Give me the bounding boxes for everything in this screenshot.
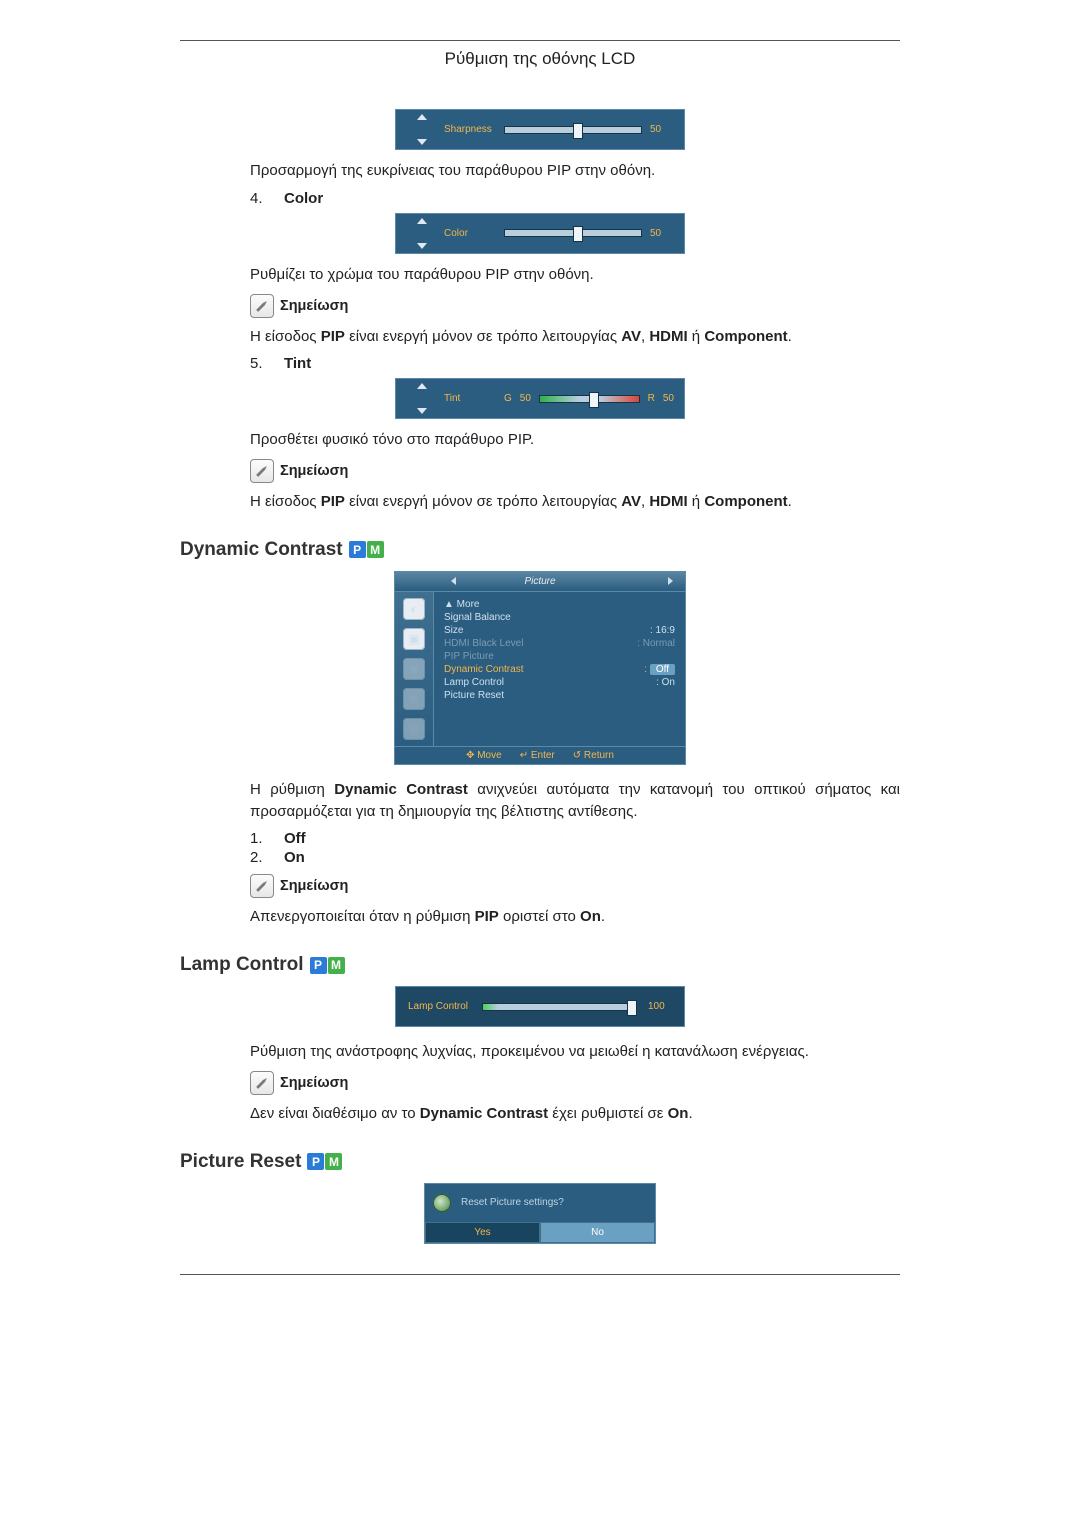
osd-menu-iconbar: ◐ ▣ ◉ ✲ ▥	[395, 592, 434, 746]
reset-dialog-text: Reset Picture settings?	[461, 1197, 564, 1208]
osd-thumb	[589, 392, 599, 408]
reset-no-button: No	[540, 1222, 655, 1243]
osd-tint: Tint G 50 R 50	[395, 378, 685, 419]
dyn-opt2-num: 2.	[250, 849, 268, 866]
sharpness-desc: Προσαρμογή της ευκρίνειας του παράθυρου …	[180, 160, 900, 182]
osd-color-track	[504, 229, 642, 237]
color-num: 4.	[250, 190, 268, 207]
dynamic-contrast-heading: Dynamic Contrast P M	[180, 539, 900, 561]
osd-lamp-label: Lamp Control	[408, 1001, 470, 1012]
osd-lamp-track	[482, 1003, 636, 1011]
p-icon: P	[307, 1153, 324, 1170]
menu-more: ▲ More	[444, 598, 675, 611]
lamp-control-heading: Lamp Control P M	[180, 954, 900, 976]
menu-setup-icon: ✲	[403, 688, 425, 710]
osd-color-label: Color	[444, 228, 496, 239]
m-icon: M	[367, 541, 384, 558]
note-icon	[250, 1071, 274, 1095]
osd-tint-r: R	[648, 393, 655, 404]
osd-tint-g: G	[504, 393, 512, 404]
lamp-desc: Ρύθμιση της ανάστροφης λυχνίας, προκειμέ…	[180, 1041, 900, 1063]
dyn-note-text: Απενεργοποιείται όταν η ρύθμιση PIP ορισ…	[180, 906, 900, 928]
menu-dynamic-contrast: Dynamic Contrast: Off	[444, 663, 675, 676]
osd-thumb	[573, 226, 583, 242]
foot-move: ✥ Move	[466, 750, 502, 761]
note-icon	[250, 459, 274, 483]
menu-pip-picture: PIP Picture	[444, 650, 675, 663]
reset-icon	[433, 1194, 451, 1212]
note-label: Σημείωση	[280, 463, 348, 479]
osd-sharpness-track	[504, 126, 642, 134]
osd-tint-g-val: 50	[520, 393, 531, 404]
color-desc: Ρυθμίζει το χρώμα του παράθυρου PIP στην…	[180, 264, 900, 286]
osd-color-value: 50	[650, 228, 674, 239]
color-title: Color	[284, 190, 323, 207]
tint-desc: Προσθέτει φυσικό τόνο στο παράθυρο PIP.	[180, 429, 900, 451]
osd-tint-label: Tint	[444, 393, 496, 404]
tint-title: Tint	[284, 355, 311, 372]
note-label: Σημείωση	[280, 298, 348, 314]
osd-tint-r-val: 50	[663, 393, 674, 404]
osd-menu-list: ▲ More Signal Balance Size: 16:9 HDMI Bl…	[434, 592, 685, 746]
arrow-down-icon	[417, 408, 427, 414]
osd-sharpness-label: Sharpness	[444, 124, 496, 135]
osd-arrows	[416, 218, 428, 249]
menu-size: Size: 16:9	[444, 624, 675, 637]
menu-sound-icon: ◉	[403, 658, 425, 680]
pm-badge: P M	[349, 541, 384, 558]
bottom-rule	[180, 1274, 900, 1275]
foot-enter: ↵ Enter	[520, 750, 555, 761]
osd-menu-footer: ✥ Move ↵ Enter ↺ Return	[395, 746, 685, 764]
note-icon	[250, 294, 274, 318]
m-icon: M	[325, 1153, 342, 1170]
dyn-desc: Η ρύθμιση Dynamic Contrast ανιχνεύει αυτ…	[180, 779, 900, 823]
p-icon: P	[349, 541, 366, 558]
tint-num: 5.	[250, 355, 268, 372]
osd-color: Color 50	[395, 213, 685, 254]
dyn-opt1: Off	[284, 830, 306, 847]
pm-badge: P M	[307, 1153, 342, 1170]
page: Ρύθμιση της οθόνης LCD Sharpness 50 Προσ…	[90, 0, 990, 1335]
arrow-up-icon	[417, 383, 427, 389]
note-icon	[250, 874, 274, 898]
menu-picture-reset: Picture Reset	[444, 689, 675, 702]
osd-lamp: Lamp Control 100	[395, 986, 685, 1027]
menu-picture-icon: ◐	[403, 598, 425, 620]
top-rule	[180, 40, 900, 41]
arrow-down-icon	[417, 139, 427, 145]
menu-input-icon: ▣	[403, 628, 425, 650]
osd-sharpness-value: 50	[650, 124, 674, 135]
arrow-down-icon	[417, 243, 427, 249]
reset-yes-button: Yes	[425, 1222, 540, 1243]
p-icon: P	[310, 957, 327, 974]
note-label: Σημείωση	[280, 878, 348, 894]
lamp-note-text: Δεν είναι διαθέσιμο αν το Dynamic Contra…	[180, 1103, 900, 1125]
pm-badge: P M	[310, 957, 345, 974]
foot-return: ↺ Return	[573, 750, 614, 761]
osd-menu-title: Picture	[395, 572, 685, 592]
osd-tint-track	[539, 395, 640, 403]
menu-lamp-control: Lamp Control: On	[444, 676, 675, 689]
note-label: Σημείωση	[280, 1075, 348, 1091]
osd-menu: Picture ◐ ▣ ◉ ✲ ▥ ▲ More Signal Balance …	[394, 571, 686, 765]
arrow-up-icon	[417, 114, 427, 120]
osd-reset-dialog: Reset Picture settings? Yes No	[424, 1183, 656, 1244]
osd-sharpness: Sharpness 50	[395, 109, 685, 150]
osd-thumb	[627, 1000, 637, 1016]
osd-thumb	[573, 123, 583, 139]
color-note-text: Η είσοδος PIP είναι ενεργή μόνον σε τρόπ…	[180, 326, 900, 348]
dyn-opt1-num: 1.	[250, 830, 268, 847]
picture-reset-heading: Picture Reset P M	[180, 1151, 900, 1173]
arrow-up-icon	[417, 218, 427, 224]
osd-lamp-value: 100	[648, 1001, 672, 1012]
osd-arrows	[416, 383, 428, 414]
dyn-opt2: On	[284, 849, 305, 866]
m-icon: M	[328, 957, 345, 974]
tint-note-text: Η είσοδος PIP είναι ενεργή μόνον σε τρόπ…	[180, 491, 900, 513]
menu-hdmi-black-level: HDMI Black Level: Normal	[444, 637, 675, 650]
page-title: Ρύθμιση της οθόνης LCD	[180, 49, 900, 69]
menu-multi-icon: ▥	[403, 718, 425, 740]
osd-arrows	[416, 114, 428, 145]
menu-signal-balance: Signal Balance	[444, 611, 675, 624]
